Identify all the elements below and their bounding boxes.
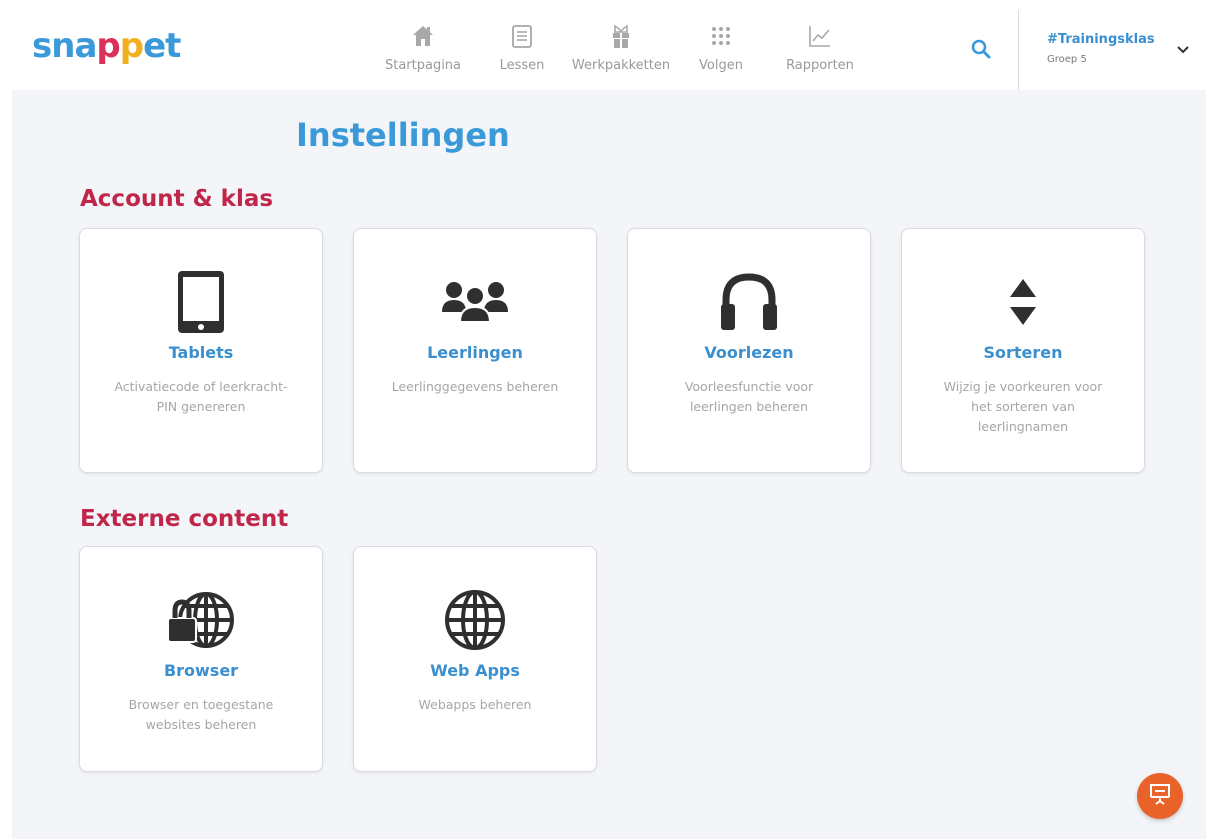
- home-icon: [380, 24, 466, 52]
- lock-globe-icon: [80, 587, 322, 653]
- card-sorteren[interactable]: Sorteren Wijzig je voorkeuren voor het s…: [901, 228, 1145, 473]
- card-description: Voorleesfunctie voor leerlingen beheren: [684, 379, 814, 414]
- grid-dots-icon: [694, 24, 748, 52]
- chevron-down-icon[interactable]: [1176, 42, 1190, 56]
- nav-volgen[interactable]: Volgen: [694, 24, 748, 80]
- globe-icon: [354, 587, 596, 653]
- card-title: Browser: [163, 661, 239, 680]
- logo-letter: a: [74, 26, 97, 66]
- card-description: Wijzig je voorkeuren voor het sorteren v…: [943, 379, 1103, 434]
- nav-label: Werkpakketten: [571, 58, 671, 73]
- presentation-fab-button[interactable]: [1137, 773, 1183, 819]
- card-title: Leerlingen: [427, 343, 523, 362]
- tablet-icon: [80, 269, 322, 335]
- card-description: Browser en toegestane websites beheren: [128, 697, 274, 732]
- chart-icon: [780, 24, 860, 52]
- header-divider: [1018, 10, 1019, 90]
- sort-icon: [902, 269, 1144, 335]
- nav-label: Rapporten: [786, 58, 854, 73]
- logo-letter: s: [32, 26, 52, 66]
- nav-lessen[interactable]: Lessen: [496, 24, 548, 80]
- top-navigation-bar: snappet Startpagina Lessen Werkpakketten…: [0, 0, 1206, 90]
- nav-startpagina[interactable]: Startpagina: [380, 24, 466, 80]
- section-title-externe-content: Externe content: [80, 506, 289, 532]
- gift-icon: [568, 24, 674, 52]
- nav-werkpakketten[interactable]: Werkpakketten: [568, 24, 674, 80]
- card-description: Activatiecode of leerkracht-PIN generere…: [114, 379, 288, 414]
- search-icon[interactable]: [970, 38, 992, 60]
- card-title: Voorlezen: [704, 343, 794, 362]
- class-group: Groep 5: [1047, 54, 1087, 65]
- card-leerlingen[interactable]: Leerlingen Leerlinggegevens beheren: [353, 228, 597, 473]
- lessons-icon: [496, 24, 548, 52]
- section-title-account-klas: Account & klas: [80, 186, 274, 212]
- card-voorlezen[interactable]: Voorlezen Voorleesfunctie voor leerlinge…: [627, 228, 871, 473]
- logo-letter: p: [119, 26, 144, 66]
- logo-letter: n: [51, 26, 75, 66]
- headphones-icon: [628, 269, 870, 335]
- card-web-apps[interactable]: Web Apps Webapps beheren: [353, 546, 597, 772]
- card-tablets[interactable]: Tablets Activatiecode of leerkracht-PIN …: [79, 228, 323, 473]
- card-title: Web Apps: [430, 661, 520, 680]
- page-title: Instellingen: [296, 116, 510, 154]
- presentation-icon: [1148, 782, 1172, 810]
- card-description: Leerlinggegevens beheren: [391, 379, 559, 394]
- nav-rapporten[interactable]: Rapporten: [780, 24, 860, 80]
- logo-letter: p: [96, 26, 120, 66]
- card-browser[interactable]: Browser Browser en toegestane websites b…: [79, 546, 323, 772]
- card-title: Tablets: [168, 343, 234, 362]
- logo-letter: t: [165, 26, 181, 66]
- nav-label: Volgen: [699, 58, 743, 73]
- nav-label: Lessen: [499, 58, 545, 73]
- logo-letter: e: [143, 26, 166, 66]
- card-title: Sorteren: [983, 343, 1063, 362]
- users-icon: [354, 269, 596, 335]
- card-description: Webapps beheren: [418, 697, 532, 712]
- snappet-logo[interactable]: snappet: [32, 26, 181, 66]
- class-name[interactable]: #Trainingsklas: [1047, 32, 1155, 47]
- nav-label: Startpagina: [384, 58, 462, 73]
